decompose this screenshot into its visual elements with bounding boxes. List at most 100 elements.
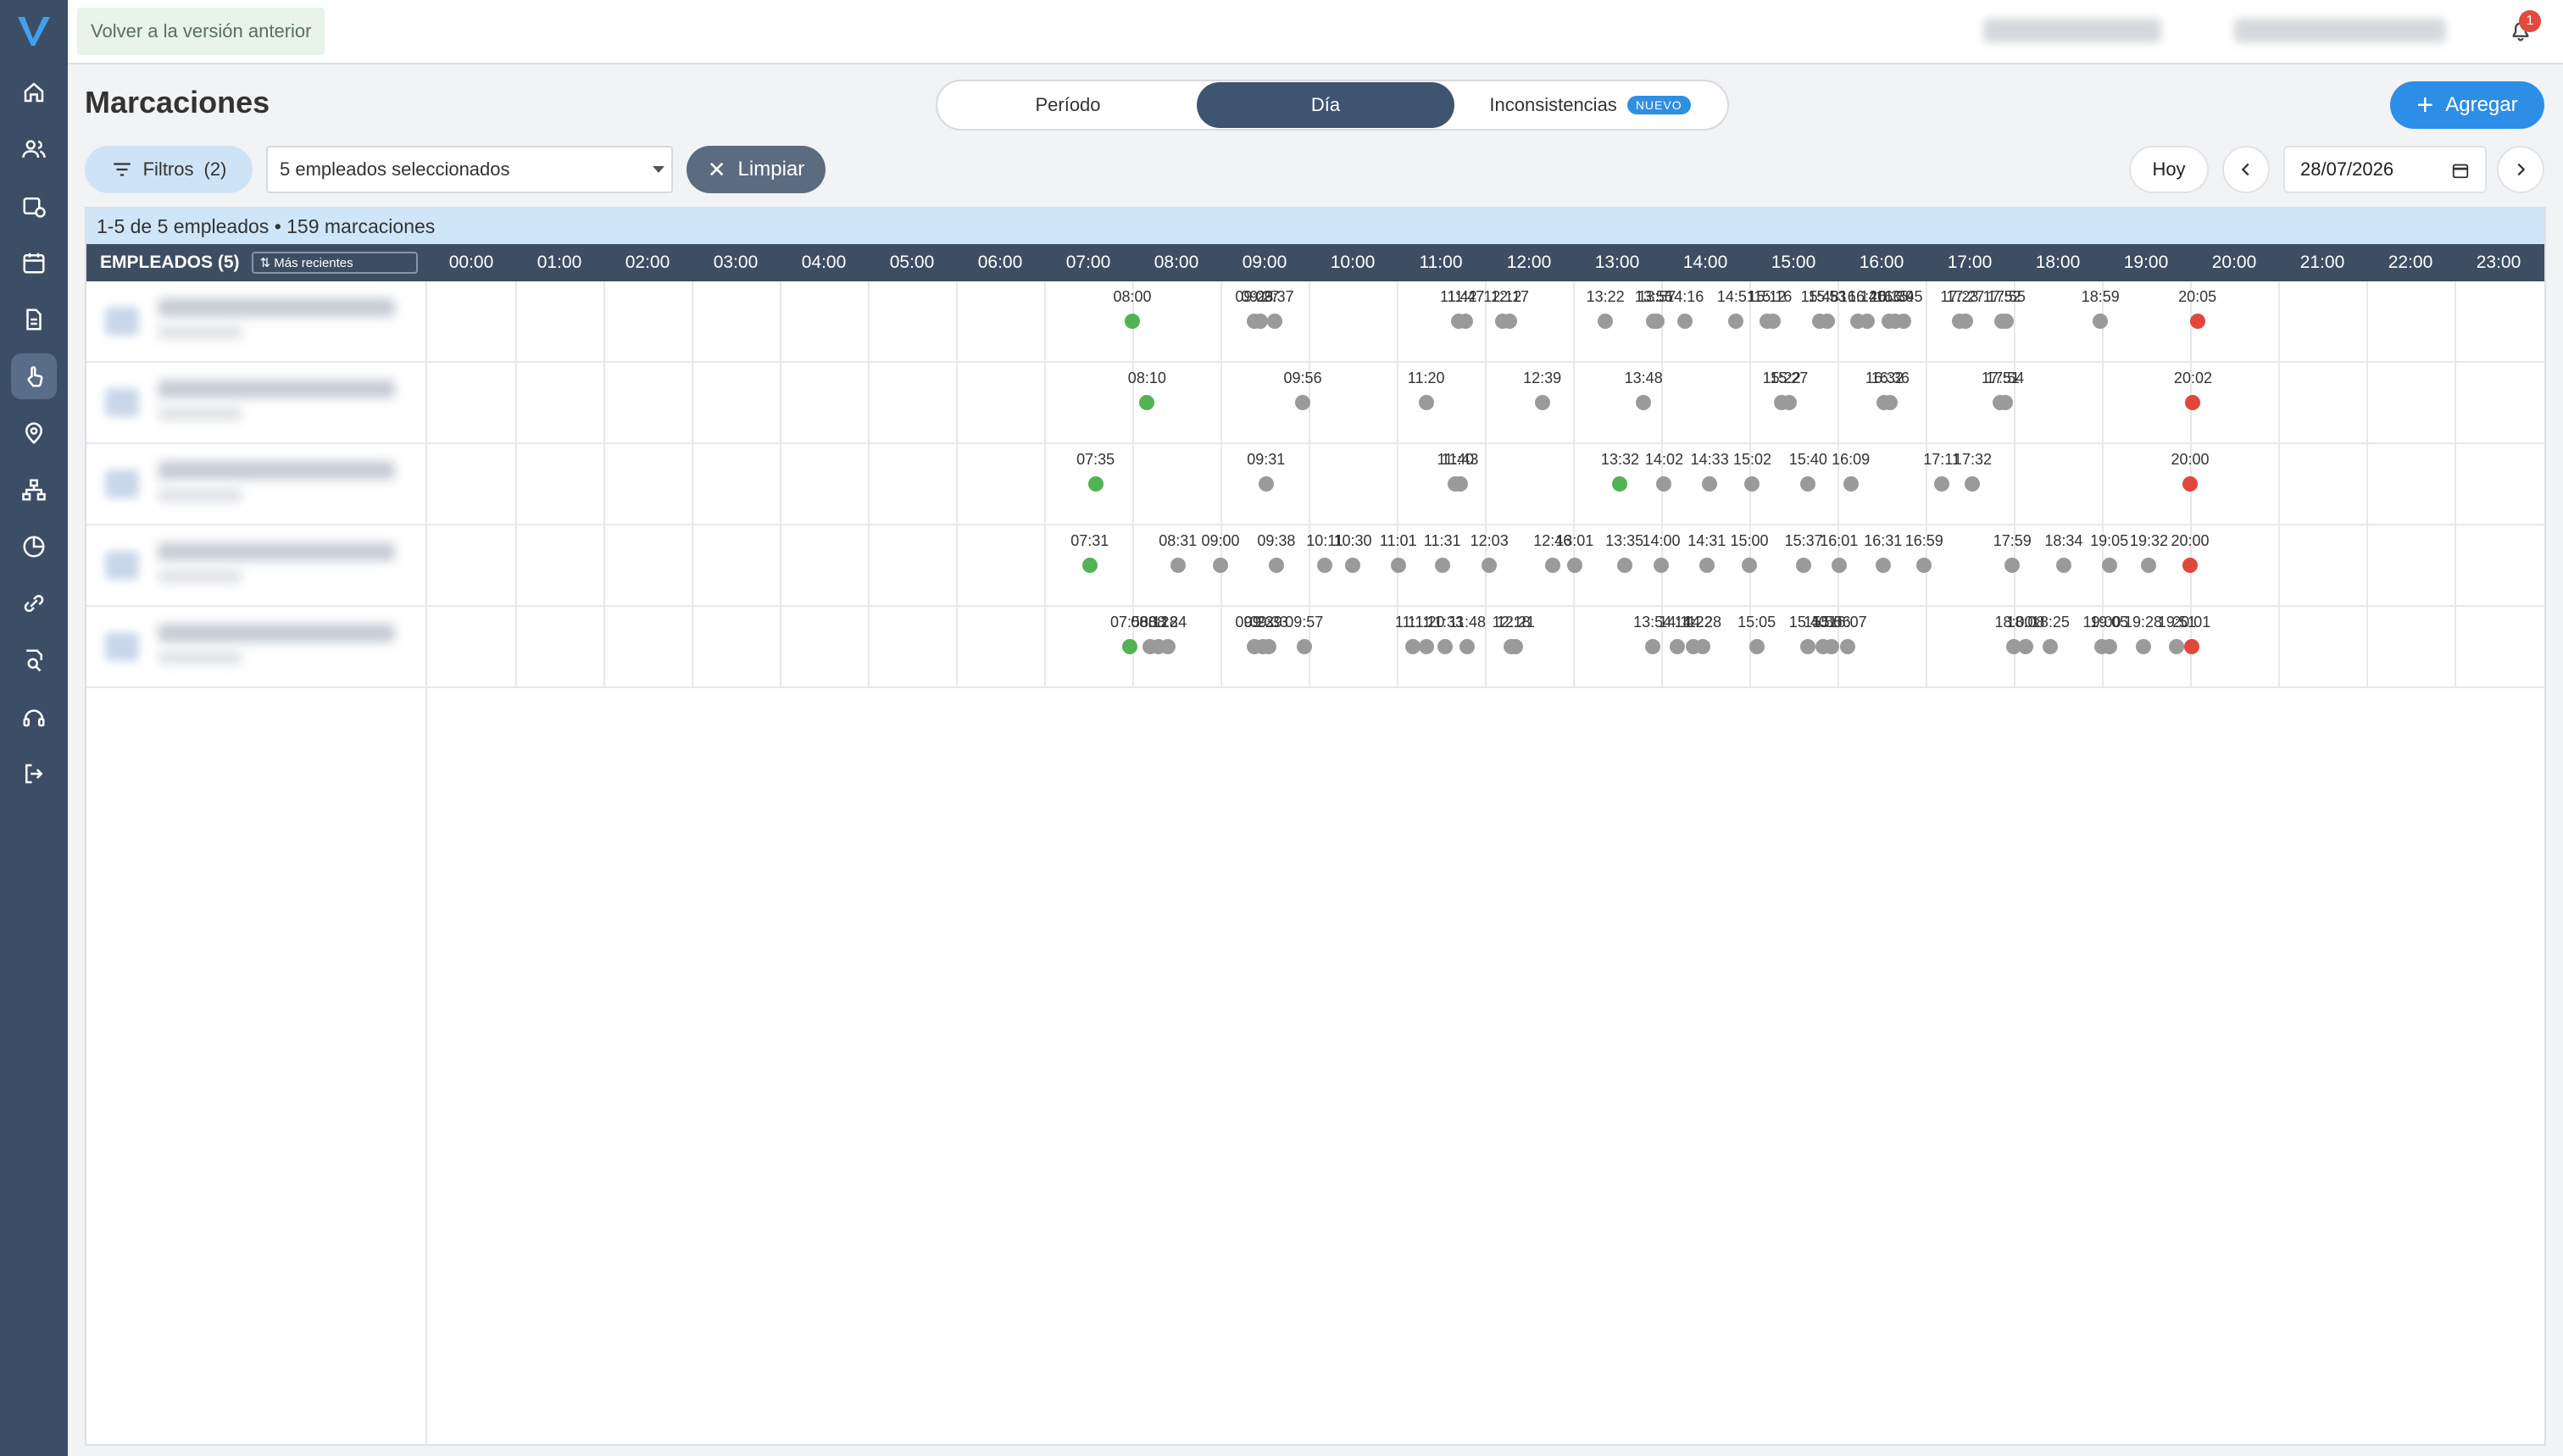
employee-row[interactable] [86, 607, 427, 688]
punch-dot[interactable] [1896, 314, 1911, 329]
punch-dot[interactable] [1800, 639, 1816, 654]
notifications-bell-icon[interactable]: 1 [2504, 10, 2541, 49]
location-pin-icon[interactable] [11, 410, 57, 456]
punch-dot[interactable] [1702, 476, 1718, 492]
punch-dot[interactable] [1121, 639, 1137, 654]
punch-dot[interactable] [1258, 476, 1274, 492]
punch-dot[interactable] [1636, 395, 1652, 410]
clear-filters-button[interactable]: ✕ Limpiar [687, 146, 826, 193]
punch-dot[interactable] [2141, 558, 2157, 573]
punch-dot[interactable] [1261, 639, 1277, 654]
punch-dot[interactable] [1252, 314, 1268, 329]
punch-dot[interactable] [1644, 639, 1660, 654]
punch-dot[interactable] [1840, 639, 1856, 654]
org-chart-icon[interactable] [11, 467, 57, 513]
punch-dot[interactable] [1159, 639, 1176, 654]
punch-dot[interactable] [2189, 314, 2205, 329]
employee-row[interactable] [86, 444, 427, 525]
punch-dot[interactable] [1267, 314, 1283, 329]
punch-dot[interactable] [1139, 395, 1155, 410]
punch-dot[interactable] [2043, 639, 2059, 654]
punch-dot[interactable] [1081, 558, 1098, 573]
punch-dot[interactable] [1418, 395, 1434, 410]
tab-inconsistencias[interactable]: Inconsistencias NUEVO [1454, 82, 1726, 128]
punch-dot[interactable] [1843, 476, 1859, 492]
punch-dot[interactable] [1742, 558, 1757, 573]
search-report-icon[interactable] [11, 637, 57, 683]
add-button[interactable]: + Agregar [2390, 81, 2544, 129]
punch-dot[interactable] [1997, 395, 2013, 410]
punch-dot[interactable] [1824, 639, 1840, 654]
punch-dot[interactable] [1502, 314, 1518, 329]
punch-dot[interactable] [1670, 639, 1686, 654]
support-icon[interactable] [11, 694, 57, 740]
punch-dot[interactable] [1390, 558, 1406, 573]
punch-dot[interactable] [1345, 558, 1360, 573]
today-button[interactable]: Hoy [2129, 146, 2209, 193]
punch-dot[interactable] [2182, 476, 2198, 492]
sort-select[interactable]: ⇅ Más recientes [251, 252, 418, 274]
punch-dot[interactable] [1170, 558, 1186, 573]
punch-dot[interactable] [1728, 314, 1744, 329]
punch-dot[interactable] [1437, 639, 1454, 654]
punch-dot[interactable] [1295, 395, 1311, 410]
punch-dot[interactable] [1749, 639, 1765, 654]
link-icon[interactable] [11, 581, 57, 626]
punch-dot[interactable] [1087, 476, 1104, 492]
back-to-previous-version-button[interactable]: Volver a la versión anterior [77, 8, 325, 55]
punch-dot[interactable] [1534, 395, 1550, 410]
document-icon[interactable] [11, 297, 57, 342]
hand-touch-icon[interactable] [11, 353, 57, 399]
punch-dot[interactable] [1744, 476, 1760, 492]
punch-dot[interactable] [1965, 476, 1981, 492]
punch-dot[interactable] [1458, 314, 1474, 329]
app-logo[interactable] [13, 10, 55, 53]
punch-dot[interactable] [1418, 639, 1434, 654]
previous-day-button[interactable] [2222, 146, 2270, 193]
calendar-icon[interactable] [2451, 161, 2470, 180]
punch-dot[interactable] [2185, 395, 2201, 410]
punch-dot[interactable] [1544, 558, 1560, 573]
punch-dot[interactable] [2093, 314, 2109, 329]
punch-dot[interactable] [1648, 314, 1665, 329]
home-icon[interactable] [11, 69, 57, 115]
punch-dot[interactable] [2182, 558, 2198, 573]
employee-row[interactable] [86, 281, 427, 363]
punch-dot[interactable] [1698, 558, 1715, 573]
punch-dot[interactable] [1452, 476, 1468, 492]
calendar-icon[interactable] [11, 240, 57, 286]
logout-icon[interactable] [11, 751, 57, 797]
punch-dot[interactable] [1654, 558, 1669, 573]
punch-dot[interactable] [1916, 558, 1932, 573]
punch-dot[interactable] [1268, 558, 1284, 573]
filters-button[interactable]: Filtros (2) [85, 146, 253, 193]
punch-dot[interactable] [2169, 639, 2185, 654]
next-day-button[interactable] [2497, 146, 2544, 193]
punch-dot[interactable] [1831, 558, 1847, 573]
employee-row[interactable] [86, 363, 427, 444]
punch-dot[interactable] [1694, 639, 1710, 654]
punch-dot[interactable] [1317, 558, 1333, 573]
punch-dot[interactable] [2101, 558, 2117, 573]
punch-dot[interactable] [1765, 314, 1781, 329]
tab-dia[interactable]: Día [1197, 82, 1454, 128]
punch-dot[interactable] [1482, 558, 1498, 573]
punch-dot[interactable] [1508, 639, 1524, 654]
punch-dot[interactable] [1999, 314, 2015, 329]
punch-dot[interactable] [1934, 476, 1950, 492]
punch-dot[interactable] [2101, 639, 2117, 654]
punch-dot[interactable] [1459, 639, 1476, 654]
punch-dot[interactable] [1616, 558, 1632, 573]
calendar-clock-icon[interactable] [11, 183, 57, 229]
punch-dot[interactable] [1612, 476, 1628, 492]
punch-dot[interactable] [1598, 314, 1614, 329]
punch-dot[interactable] [2183, 639, 2199, 654]
date-input[interactable]: 28/07/2026 [2283, 146, 2487, 193]
tab-periodo[interactable]: Período [939, 82, 1197, 128]
punch-dot[interactable] [2055, 558, 2071, 573]
punch-dot[interactable] [1819, 314, 1835, 329]
punch-dot[interactable] [1434, 558, 1450, 573]
employee-row[interactable] [86, 525, 427, 607]
punch-dot[interactable] [1656, 476, 1672, 492]
punch-dot[interactable] [1781, 395, 1797, 410]
